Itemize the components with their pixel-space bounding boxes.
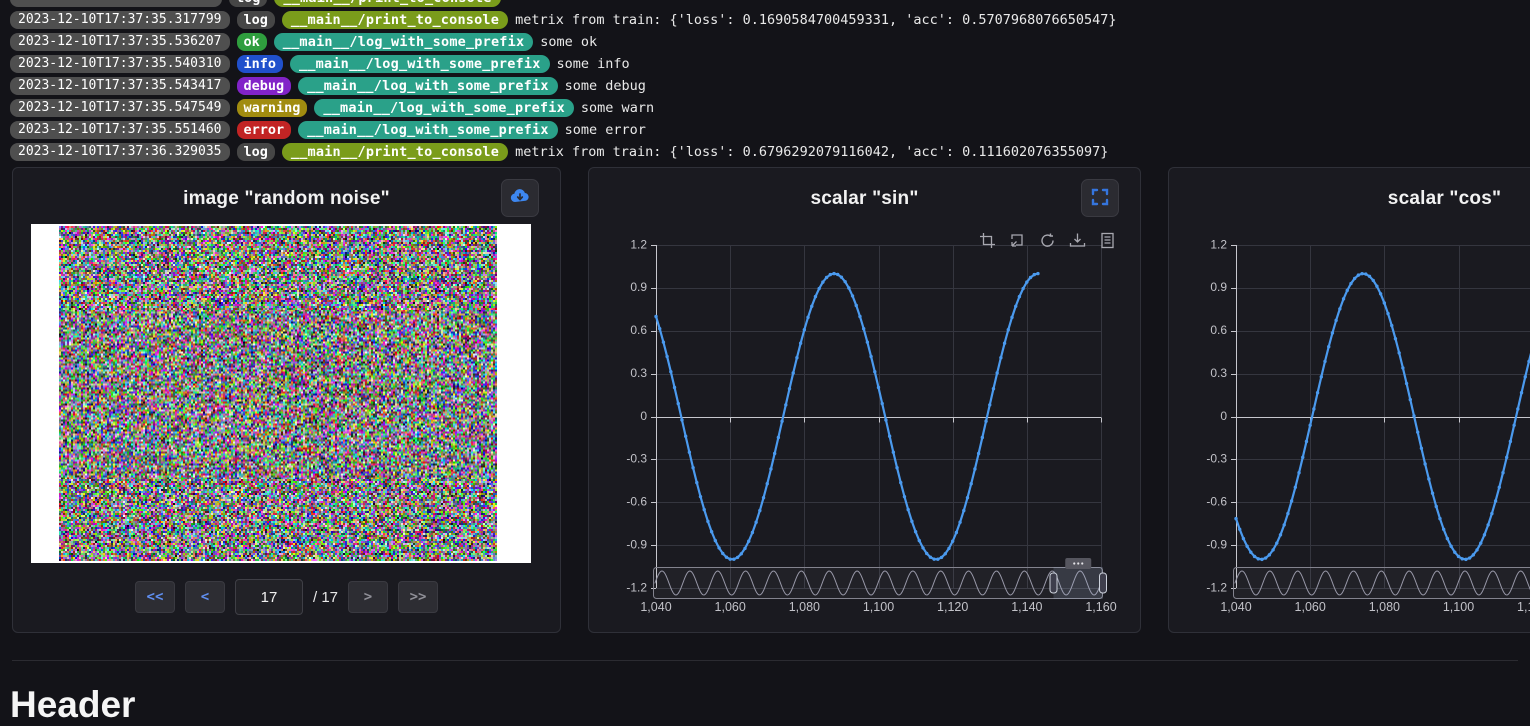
fullscreen-button[interactable]	[1081, 179, 1119, 217]
log-timestamp-badge: 2023-12-10T17:37:35.317799	[10, 11, 230, 29]
log-message: some info	[557, 56, 630, 72]
noise-image-frame	[31, 224, 531, 563]
cos-line-chart[interactable]	[1169, 222, 1530, 634]
log-row: 2023-12-10T17:37:35.547549 warning __mai…	[10, 99, 1530, 117]
image-card: image "random noise" << < / 17 > >>	[12, 167, 561, 633]
log-message: some debug	[565, 78, 646, 94]
chart-toolbar	[979, 232, 1116, 249]
next-page-button[interactable]: >	[348, 581, 388, 613]
log-module-badge: __main__/print_to_console	[282, 11, 508, 29]
log-timestamp-badge: 2023-12-10T17:37:35.551460	[10, 121, 230, 139]
data-view-icon[interactable]	[1099, 232, 1116, 249]
restore-icon[interactable]	[1039, 232, 1056, 249]
zoom-select-icon[interactable]	[979, 232, 996, 249]
sin-chart-title: scalar "sin"	[589, 168, 1140, 210]
log-module-badge: __main__/print_to_console	[282, 143, 508, 161]
log-level-badge: error	[237, 121, 292, 139]
log-level-badge: ok	[237, 33, 267, 51]
log-row: log __main__/print_to_console	[10, 0, 1530, 7]
log-timestamp-badge: 2023-12-10T17:37:36.329035	[10, 143, 230, 161]
log-message: some error	[565, 122, 646, 138]
zoom-reset-icon[interactable]	[1009, 232, 1026, 249]
last-page-button[interactable]: >>	[398, 581, 438, 613]
page-total-label: / 17	[313, 589, 338, 606]
log-timestamp-badge	[10, 0, 222, 7]
cloud-download-icon	[509, 186, 531, 211]
log-row: 2023-12-10T17:37:36.329035 log __main__/…	[10, 143, 1530, 161]
log-module-badge: __main__/log_with_some_prefix	[298, 121, 558, 139]
log-row: 2023-12-10T17:37:35.543417 debug __main_…	[10, 77, 1530, 95]
log-level-badge: warning	[237, 99, 308, 117]
cards-row: image "random noise" << < / 17 > >> scal…	[12, 167, 1530, 633]
page-number-input[interactable]	[235, 579, 303, 615]
log-row: 2023-12-10T17:37:35.551460 error __main_…	[10, 121, 1530, 139]
random-noise-image	[59, 226, 497, 561]
log-timestamp-badge: 2023-12-10T17:37:35.547549	[10, 99, 230, 117]
fullscreen-icon	[1091, 188, 1109, 209]
log-level-badge: log	[229, 0, 267, 7]
log-timestamp-badge: 2023-12-10T17:37:35.540310	[10, 55, 230, 73]
prev-page-button[interactable]: <	[185, 581, 225, 613]
section-divider	[12, 660, 1518, 661]
scalar-cos-card: scalar "cos"	[1168, 167, 1530, 633]
log-timestamp-badge: 2023-12-10T17:37:35.536207	[10, 33, 230, 51]
log-level-badge: info	[237, 55, 284, 73]
log-row: 2023-12-10T17:37:35.540310 info __main__…	[10, 55, 1530, 73]
log-module-badge: __main__/log_with_some_prefix	[314, 99, 574, 117]
log-module-badge: __main__/print_to_console	[274, 0, 500, 7]
log-level-badge: log	[237, 143, 275, 161]
log-timestamp-badge: 2023-12-10T17:37:35.543417	[10, 77, 230, 95]
image-card-title: image "random noise"	[13, 168, 560, 210]
log-row: 2023-12-10T17:37:35.536207 ok __main__/l…	[10, 33, 1530, 51]
log-module-badge: __main__/log_with_some_prefix	[290, 55, 550, 73]
save-image-icon[interactable]	[1069, 232, 1086, 249]
log-level-badge: debug	[237, 77, 292, 95]
log-message: metrix from train: {'loss': 0.6796292079…	[515, 144, 1108, 160]
download-image-button[interactable]	[501, 179, 539, 217]
log-module-badge: __main__/log_with_some_prefix	[298, 77, 558, 95]
log-message: some warn	[581, 100, 654, 116]
log-row: 2023-12-10T17:37:35.317799 log __main__/…	[10, 11, 1530, 29]
scalar-sin-card: scalar "sin"	[588, 167, 1141, 633]
cos-chart-title: scalar "cos"	[1169, 168, 1530, 210]
sin-line-chart[interactable]	[589, 222, 1142, 634]
log-module-badge: __main__/log_with_some_prefix	[274, 33, 534, 51]
log-level-badge: log	[237, 11, 275, 29]
log-message: some ok	[540, 34, 597, 50]
image-pagination: << < / 17 > >>	[13, 579, 560, 615]
section-heading: Header	[10, 684, 135, 726]
log-message: metrix from train: {'loss': 0.1690584700…	[515, 12, 1116, 28]
first-page-button[interactable]: <<	[135, 581, 175, 613]
log-console: log __main__/print_to_console 2023-12-10…	[0, 0, 1530, 162]
